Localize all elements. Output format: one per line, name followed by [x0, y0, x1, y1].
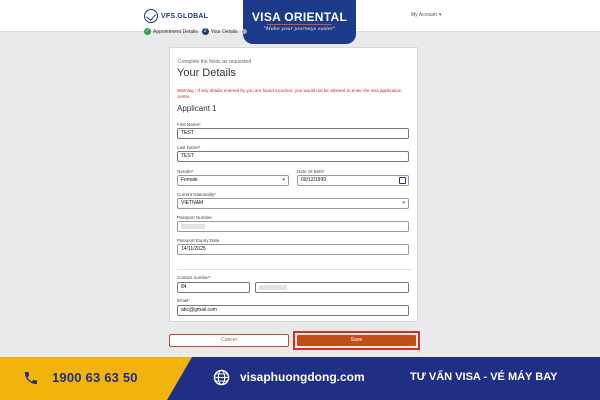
first-name-field[interactable]: TEST [177, 128, 409, 139]
hotline-number[interactable]: 1900 63 63 50 [52, 370, 138, 385]
cancel-button[interactable]: Cancel [169, 334, 289, 347]
globe-icon [213, 369, 230, 386]
phone-icon [25, 372, 37, 384]
redacted-value [259, 285, 287, 290]
redacted-value [181, 224, 205, 229]
check-circle-icon: ✓ [144, 28, 151, 35]
my-account-menu[interactable]: My Account ▾ [411, 12, 441, 18]
visa-oriental-brand-badge: VISA ORIENTAL "Make your journeys easier… [243, 0, 356, 44]
calendar-icon[interactable] [399, 177, 406, 184]
passport-number-label: Passport Number [177, 215, 213, 220]
contact-footer-banner: 1900 63 63 50 visaphuongdong.com TƯ VẤN … [0, 357, 600, 400]
nationality-select[interactable]: VIETNAM ▾ [177, 198, 409, 209]
service-tagline: TƯ VẤN VISA - VÉ MÁY BAY [410, 371, 558, 383]
passport-expiry-label: Passport Expiry Date [177, 238, 220, 243]
chevron-down-icon: ▾ [438, 12, 442, 18]
gender-value: Female [181, 177, 198, 183]
brand-title: VISA ORIENTAL [251, 10, 348, 24]
gender-label: Gender* [177, 169, 194, 174]
vfs-logo[interactable]: VFS.GLOBAL [144, 9, 208, 23]
email-field[interactable]: abc@gmail.com [177, 305, 409, 316]
section-divider [177, 269, 413, 270]
chevron-down-icon: ▾ [282, 177, 285, 183]
brand-slogan: "Make your journeys easier" [263, 26, 336, 32]
your-details-form: Complete the fields as requested Your De… [169, 47, 418, 322]
website-link[interactable]: visaphuongdong.com [240, 370, 365, 384]
step-your-details[interactable]: 2 Your Details [201, 28, 238, 35]
save-button[interactable]: Save [297, 335, 416, 346]
page-title: Your Details [177, 67, 236, 79]
dob-field[interactable]: 09/12/1999 [297, 175, 409, 186]
vfs-logo-text: VFS.GLOBAL [161, 12, 209, 20]
gender-select[interactable]: Female ▾ [177, 175, 289, 186]
step-appointment-details[interactable]: ✓ Appointment Details [144, 28, 198, 35]
passport-number-field[interactable] [177, 221, 409, 232]
warning-message: Warning : If any details entered by you … [177, 88, 402, 99]
step-number-badge: 2 [201, 28, 209, 35]
my-account-label: My Account [411, 12, 437, 18]
contact-number-field[interactable] [255, 282, 409, 293]
email-label: Email* [177, 298, 191, 303]
contact-number-label: Contact number* [177, 275, 211, 280]
nationality-value: VIETNAM [181, 200, 204, 206]
brand-swoosh [267, 24, 332, 25]
nationality-label: Current Nationality* [177, 192, 217, 197]
applicant-heading: Applicant 1 [177, 104, 217, 113]
form-hint: Complete the fields as requested [178, 59, 252, 65]
step-label: Appointment Details [153, 28, 198, 35]
last-name-field[interactable]: TEST [177, 151, 409, 162]
step-label: Your Details [210, 28, 238, 35]
last-name-label: Last Name* [177, 145, 201, 150]
progress-stepper: ✓ Appointment Details 2 Your Details [144, 28, 247, 35]
chevron-down-icon: ▾ [402, 200, 405, 206]
passport-expiry-field[interactable]: 14/11/2025 [177, 244, 409, 255]
dob-value: 09/12/1999 [301, 177, 327, 183]
country-code-field[interactable]: 84 [177, 282, 250, 293]
next-step-indicator [241, 29, 247, 34]
dob-label: Date Of Birth* [297, 169, 325, 174]
vfs-check-icon [144, 9, 158, 23]
first-name-label: First Name* [177, 122, 201, 127]
